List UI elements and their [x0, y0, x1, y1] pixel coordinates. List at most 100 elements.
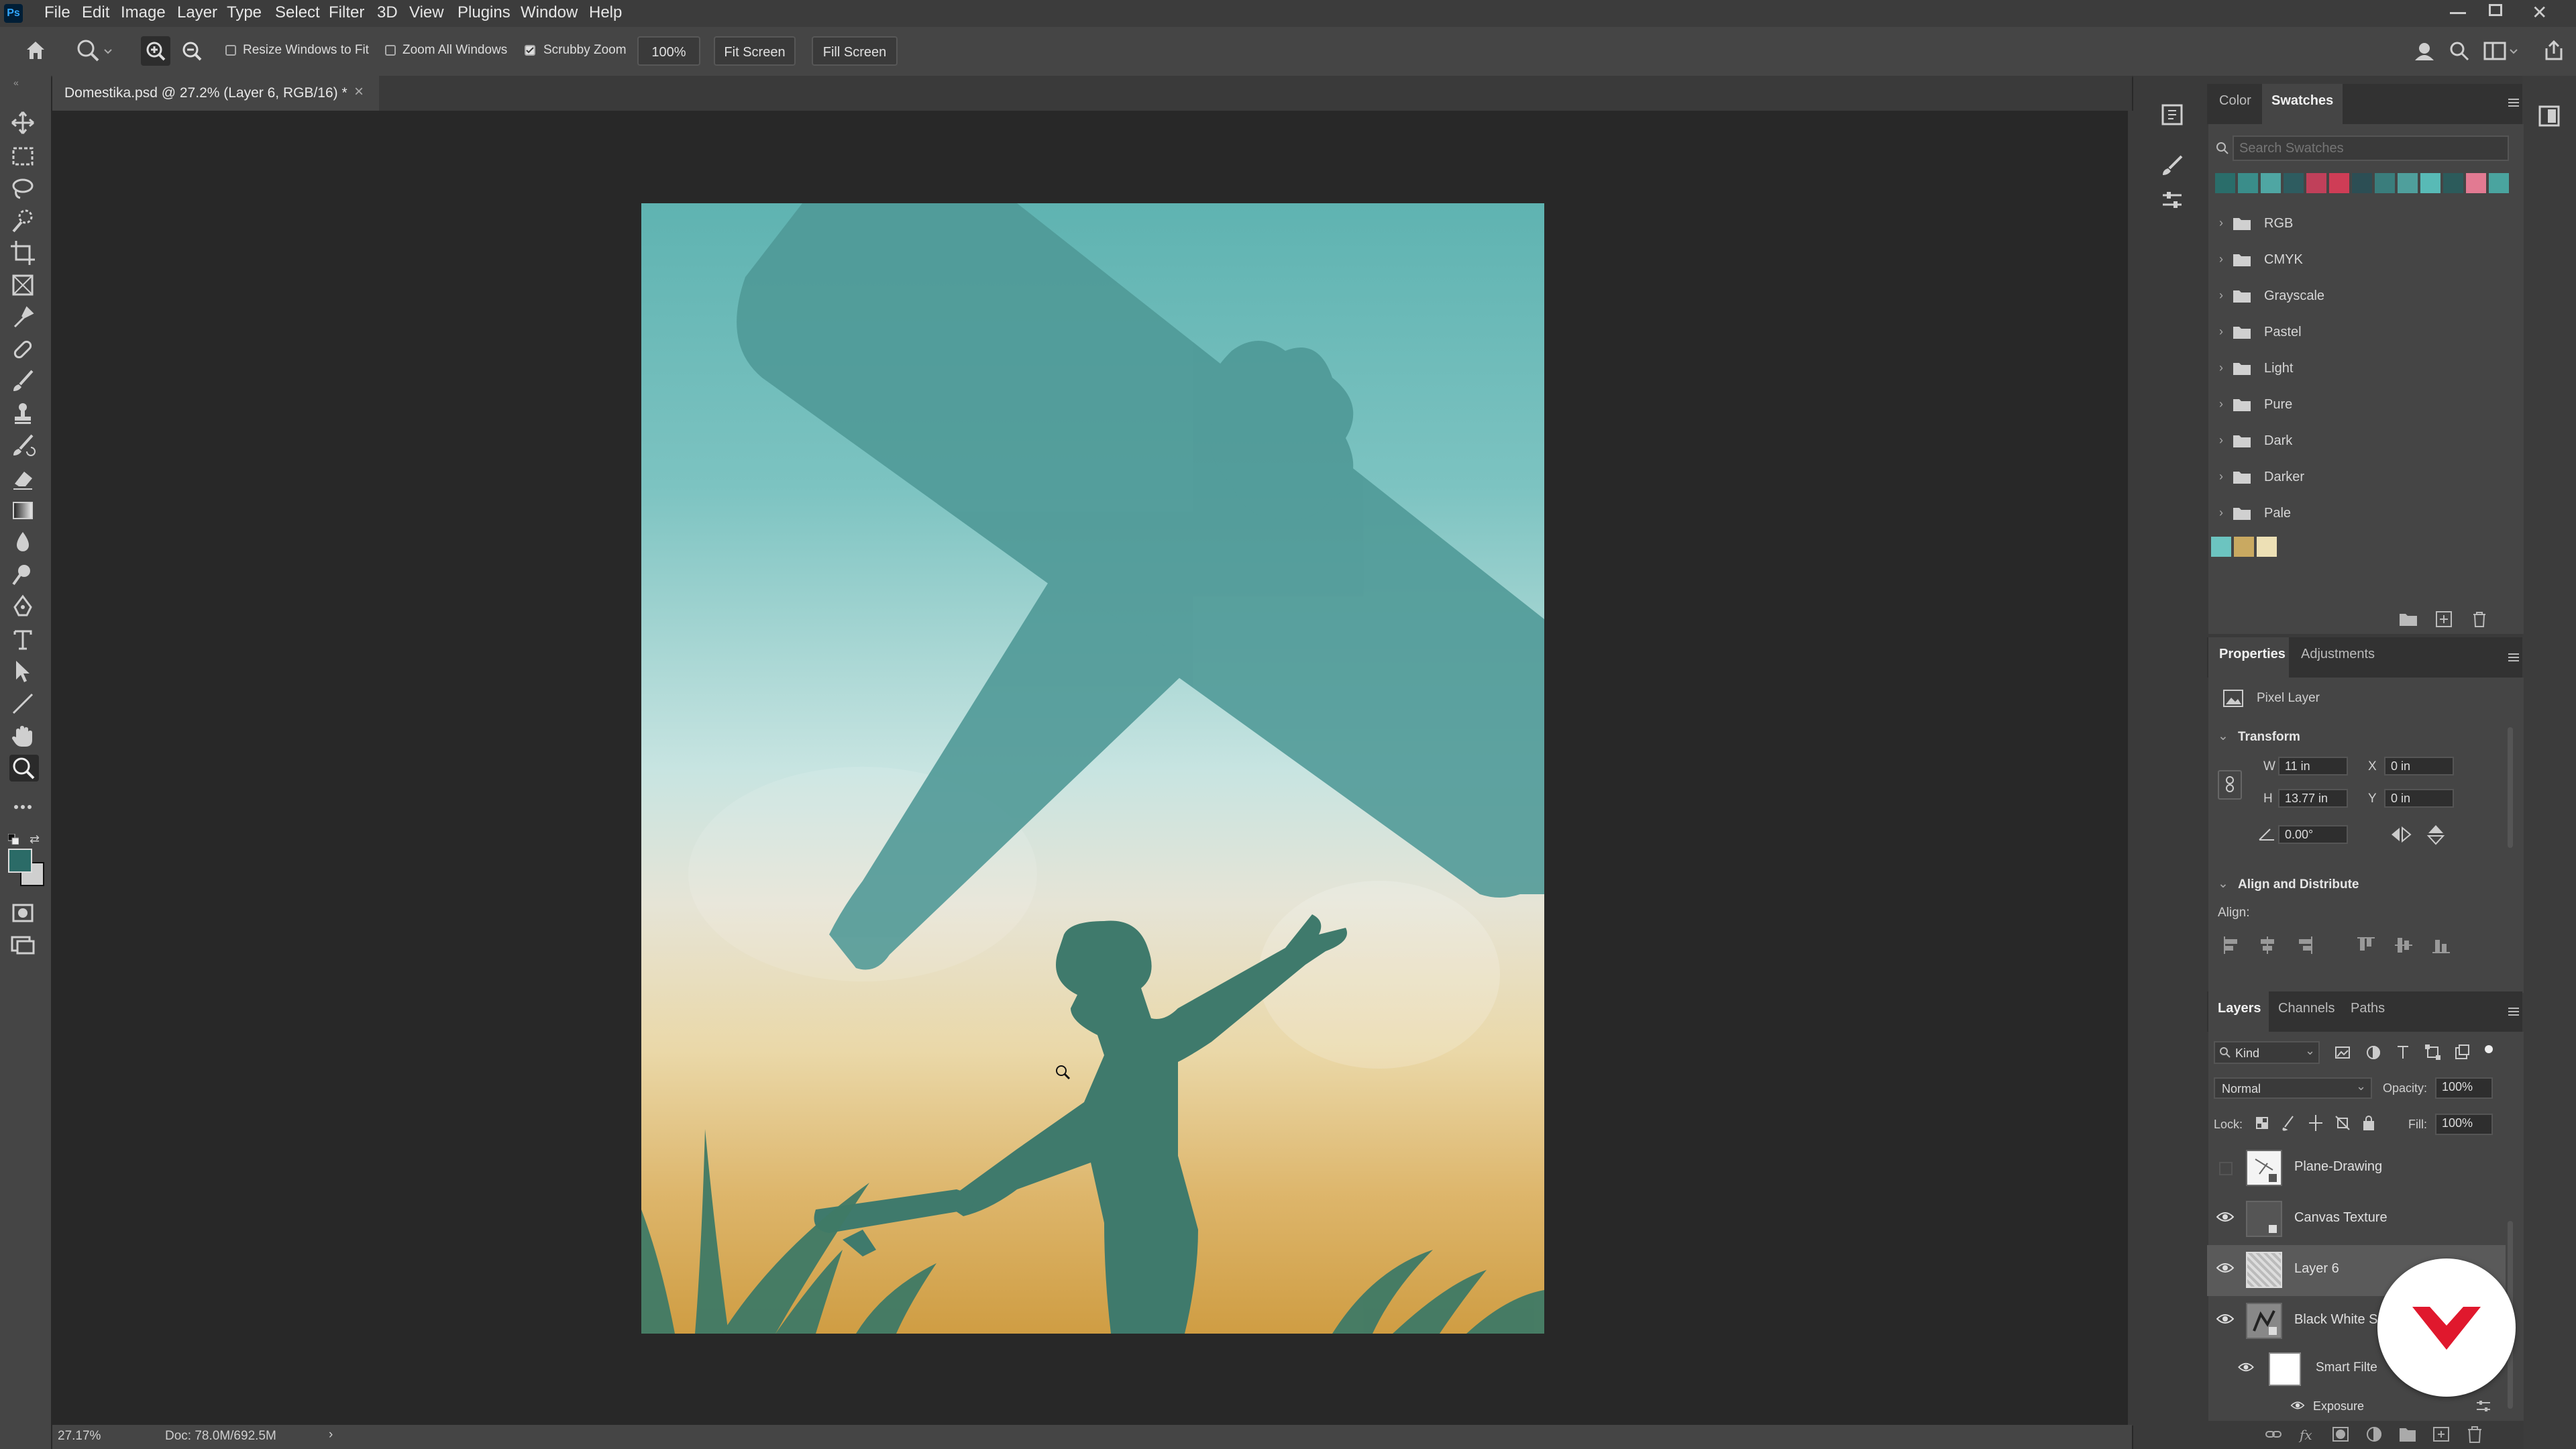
swatch-color[interactable] — [2398, 173, 2418, 193]
menu-image[interactable]: Image — [121, 3, 166, 22]
menu-layer[interactable]: Layer — [177, 3, 217, 22]
flip-horizontal-icon[interactable] — [2390, 825, 2412, 844]
tab-swatches[interactable]: Swatches — [2271, 93, 2333, 109]
new-swatch-icon[interactable] — [2435, 610, 2453, 628]
eraser-tool-icon[interactable] — [9, 465, 39, 492]
swatch-folder-grayscale[interactable]: › Grayscale — [2214, 279, 2502, 315]
zoom-level-status[interactable]: 27.17% — [58, 1429, 101, 1444]
eye-icon[interactable] — [2216, 1313, 2235, 1328]
menu-type[interactable]: Type — [227, 3, 262, 22]
path-selection-tool-icon[interactable] — [9, 658, 39, 685]
layer-visibility-off[interactable] — [2219, 1162, 2233, 1175]
menu-plugins[interactable]: Plugins — [458, 3, 511, 22]
swatch-folder-darker[interactable]: › Darker — [2214, 460, 2502, 496]
delete-swatch-icon[interactable] — [2471, 610, 2487, 628]
home-icon[interactable] — [24, 39, 47, 62]
search-icon[interactable] — [2449, 40, 2470, 62]
align-chevron-icon[interactable]: ⌄ — [2218, 876, 2229, 892]
more-tools-icon[interactable] — [9, 794, 39, 820]
tab-channels[interactable]: Channels — [2278, 1001, 2335, 1016]
swatch-color[interactable] — [2306, 173, 2326, 193]
fill-field[interactable]: 100% — [2435, 1114, 2493, 1135]
tab-layers[interactable]: Layers — [2218, 1001, 2261, 1016]
dodge-tool-icon[interactable] — [9, 561, 39, 588]
eye-icon[interactable] — [2216, 1211, 2235, 1226]
align-section-title[interactable]: Align and Distribute — [2238, 877, 2359, 892]
libraries-icon[interactable] — [2537, 104, 2561, 128]
swatch-color[interactable] — [2284, 173, 2304, 193]
swatch-folder-pure[interactable]: › Pure — [2214, 388, 2502, 424]
swatch-folder-pale[interactable]: › Pale — [2214, 496, 2502, 533]
swatch-color[interactable] — [2234, 537, 2254, 557]
flip-vertical-icon[interactable] — [2426, 824, 2446, 845]
blur-tool-icon[interactable] — [9, 529, 39, 556]
eye-icon[interactable] — [2238, 1362, 2254, 1376]
healing-brush-tool-icon[interactable] — [9, 336, 39, 363]
brush-tool-icon[interactable] — [9, 368, 39, 395]
layer-filter-kind-dropdown[interactable]: Kind ⌄ — [2214, 1041, 2320, 1064]
swatch-color[interactable] — [2261, 173, 2281, 193]
quick-selection-tool-icon[interactable] — [9, 207, 39, 234]
swap-colors-icon[interactable]: ⇄ — [30, 833, 40, 847]
link-dimensions-icon[interactable] — [2218, 770, 2242, 800]
transform-chevron-icon[interactable]: ⌄ — [2218, 729, 2229, 744]
user-account-icon[interactable] — [2412, 39, 2436, 63]
width-field[interactable]: 11 in — [2278, 757, 2348, 775]
new-group-folder-icon[interactable] — [2399, 612, 2418, 627]
tab-properties[interactable]: Properties — [2219, 647, 2286, 662]
swatch-color[interactable] — [2238, 173, 2258, 193]
panel-menu-icon[interactable] — [2508, 1006, 2520, 1017]
close-window-icon[interactable]: ✕ — [2532, 1, 2547, 23]
quick-mask-icon[interactable] — [9, 900, 39, 926]
frame-tool-icon[interactable] — [9, 272, 39, 299]
eye-icon[interactable] — [2290, 1401, 2305, 1413]
menu-file[interactable]: File — [44, 3, 70, 22]
swatch-color[interactable] — [2466, 173, 2486, 193]
clone-stamp-tool-icon[interactable] — [9, 400, 39, 427]
panel-menu-icon[interactable] — [2508, 97, 2520, 108]
eyedropper-tool-icon[interactable] — [9, 304, 39, 331]
lasso-tool-icon[interactable] — [9, 175, 39, 202]
swatch-color[interactable] — [2375, 173, 2395, 193]
toolbar-collapse-icon[interactable]: « — [13, 77, 19, 88]
pen-tool-icon[interactable] — [9, 594, 39, 621]
zoom-tool-preset-icon[interactable] — [75, 38, 113, 64]
brush-settings-icon[interactable] — [2160, 154, 2184, 178]
swatch-search-input[interactable] — [2233, 136, 2509, 161]
tab-adjustments[interactable]: Adjustments — [2301, 647, 2375, 662]
document-tab[interactable]: Domestika.psd @ 27.2% (Layer 6, RGB/16) … — [52, 76, 379, 111]
properties-scrollbar[interactable] — [2508, 727, 2513, 848]
share-icon[interactable] — [2542, 39, 2565, 62]
menu-edit[interactable]: Edit — [82, 3, 109, 22]
swatch-color[interactable] — [2352, 173, 2372, 193]
fit-screen-button[interactable]: Fit Screen — [714, 36, 796, 66]
close-tab-icon[interactable]: × — [354, 83, 364, 101]
y-position-field[interactable]: 0 in — [2384, 789, 2454, 808]
document-artwork[interactable] — [641, 203, 1544, 1334]
height-field[interactable]: 13.77 in — [2278, 789, 2348, 808]
crop-tool-icon[interactable] — [9, 239, 39, 266]
adjustments-icon[interactable] — [2160, 189, 2184, 213]
opacity-field[interactable]: 100% — [2435, 1077, 2493, 1099]
move-tool-icon[interactable] — [9, 109, 39, 136]
zoom-all-windows-checkbox[interactable] — [385, 45, 396, 56]
gradient-tool-icon[interactable] — [9, 497, 39, 524]
angle-field[interactable]: 0.00° — [2278, 825, 2348, 844]
restore-icon[interactable] — [2489, 4, 2502, 16]
swatch-color[interactable] — [2420, 173, 2440, 193]
panel-menu-icon[interactable] — [2508, 652, 2520, 663]
default-colors-icon[interactable] — [8, 834, 19, 845]
swatch-color[interactable] — [2329, 173, 2349, 193]
fill-screen-button[interactable]: Fill Screen — [812, 36, 898, 66]
swatch-color[interactable] — [2215, 173, 2235, 193]
screen-mode-icon[interactable] — [9, 932, 39, 959]
layer-row-canvas-texture[interactable]: Canvas Texture — [2207, 1194, 2506, 1245]
tab-color[interactable]: Color — [2219, 93, 2251, 109]
history-panel-icon[interactable] — [2160, 103, 2184, 127]
zoom-in-icon[interactable] — [141, 36, 170, 66]
marquee-tool-icon[interactable] — [9, 143, 39, 170]
transform-section-title[interactable]: Transform — [2238, 730, 2300, 745]
zoom-out-icon[interactable] — [177, 36, 207, 66]
type-tool-icon[interactable] — [9, 626, 39, 653]
resize-windows-checkbox[interactable] — [225, 45, 236, 56]
